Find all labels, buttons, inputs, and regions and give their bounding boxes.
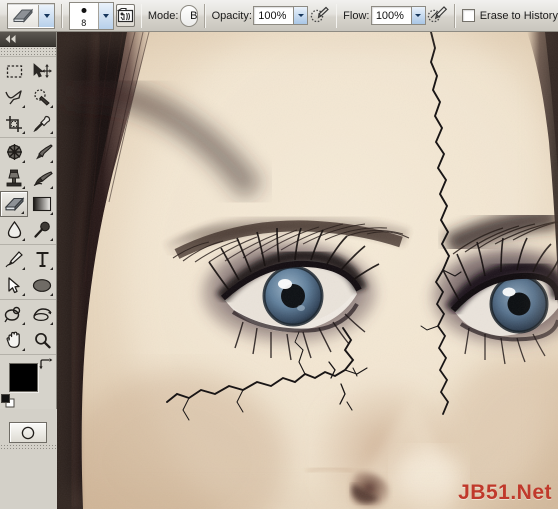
flyout-indicator: [50, 105, 53, 108]
flyout-indicator: [22, 293, 25, 296]
flyout-indicator: [22, 322, 25, 325]
notes-tool[interactable]: [0, 301, 28, 327]
default-colors-icon[interactable]: [1, 394, 15, 413]
flyout-indicator: [22, 131, 25, 134]
flow-value: 100%: [370, 6, 411, 25]
tools-palette-grip[interactable]: [0, 47, 56, 57]
portrait-photo: [57, 32, 558, 509]
brush-tip-icon: [81, 7, 87, 13]
flow-pressure-icon[interactable]: [427, 4, 448, 28]
blur-tool[interactable]: [0, 217, 28, 243]
flyout-indicator: [22, 105, 25, 108]
mode-select[interactable]: Brush: [180, 4, 199, 27]
options-bar-grip[interactable]: [1, 2, 4, 29]
checkbox-box[interactable]: [461, 9, 475, 22]
eyedropper-tool[interactable]: [28, 110, 56, 136]
flyout-indicator: [21, 211, 24, 214]
erase-to-history-label: Erase to History: [479, 9, 558, 22]
dodge-tool[interactable]: [28, 217, 56, 243]
opacity-input[interactable]: 100%: [253, 6, 309, 25]
path-selection-tool[interactable]: [0, 272, 28, 298]
flyout-indicator: [50, 186, 53, 189]
lasso-tool[interactable]: [0, 84, 28, 110]
flyout-indicator: [22, 160, 25, 163]
crop-tool[interactable]: [0, 110, 28, 136]
hand-tool[interactable]: [0, 327, 28, 353]
swap-colors-icon[interactable]: [39, 358, 53, 376]
clone-stamp-tool[interactable]: [0, 165, 28, 191]
zoom-tool[interactable]: [28, 327, 56, 353]
quick-mask-mode-icon[interactable]: [9, 422, 47, 443]
flow-chevron-down-icon[interactable]: [410, 6, 426, 25]
flyout-indicator: [22, 186, 25, 189]
divider: [335, 3, 338, 28]
tool-group-vector: [0, 245, 56, 300]
magic-wand-tool[interactable]: [28, 84, 56, 110]
flyout-indicator: [50, 238, 53, 241]
brush-preview: 8: [69, 2, 98, 29]
opacity-label: Opacity:: [211, 9, 252, 22]
options-bar: 8 Mode: Brush: [0, 0, 558, 32]
eraser-icon: [8, 4, 39, 27]
flyout-indicator: [50, 267, 53, 270]
flyout-indicator: [50, 322, 53, 325]
tool-preset-chevron-down-icon[interactable]: [38, 4, 55, 27]
double-left-arrow-icon[interactable]: [4, 30, 17, 48]
airbrush-pressure-icon[interactable]: [310, 4, 330, 28]
opacity-chevron-down-icon[interactable]: [293, 6, 309, 25]
divider: [204, 3, 206, 28]
tools-palette-bottom-grip: [0, 444, 56, 449]
rotate-3d-tool[interactable]: [28, 301, 56, 327]
healing-brush-tool[interactable]: [0, 139, 28, 165]
flyout-indicator: [22, 238, 25, 241]
brush-tool[interactable]: [28, 139, 56, 165]
tools-palette-collapse-bar[interactable]: [0, 32, 56, 47]
erase-to-history-checkbox[interactable]: Erase to History: [461, 9, 558, 22]
rectangular-marquee-tool[interactable]: [0, 58, 28, 84]
foreground-color-swatch[interactable]: [9, 363, 38, 392]
mode-label: Mode:: [147, 9, 179, 22]
ellipse-shape-tool[interactable]: [28, 272, 56, 298]
history-brush-tool[interactable]: [28, 165, 56, 191]
type-tool[interactable]: [28, 246, 56, 272]
image-canvas[interactable]: JB51.Net: [57, 32, 558, 509]
watermark: JB51.Net: [458, 481, 552, 504]
flow-input[interactable]: 100%: [370, 6, 426, 25]
tool-group-navigation: [0, 300, 56, 355]
flyout-indicator: [22, 267, 25, 270]
tool-group-selection: [0, 57, 56, 138]
opacity-value: 100%: [253, 6, 294, 25]
divider: [140, 3, 142, 28]
flyout-indicator: [50, 212, 53, 215]
flow-label: Flow:: [343, 9, 370, 22]
brush-size-label: 8: [81, 17, 87, 28]
eraser-tool[interactable]: [0, 191, 28, 217]
brush-preset-picker[interactable]: 8: [68, 1, 114, 30]
color-swatches: [0, 358, 56, 420]
brushes-palette-icon[interactable]: [115, 4, 135, 27]
gradient-tool[interactable]: [28, 191, 56, 217]
photoshop-window: 8 Mode: Brush: [0, 0, 558, 509]
brush-preset-chevron-down-icon[interactable]: [97, 2, 113, 29]
move-tool[interactable]: [28, 58, 56, 84]
tool-preset-picker[interactable]: [7, 2, 56, 29]
divider: [61, 3, 63, 28]
flyout-indicator: [50, 131, 53, 134]
flyout-indicator: [22, 348, 25, 351]
mode-value: Brush: [190, 9, 198, 22]
divider: [454, 3, 456, 28]
tools-palette: [0, 32, 57, 449]
flyout-indicator: [50, 160, 53, 163]
tool-group-retouch: [0, 138, 56, 245]
flyout-indicator: [50, 293, 53, 296]
pen-tool[interactable]: [0, 246, 28, 272]
